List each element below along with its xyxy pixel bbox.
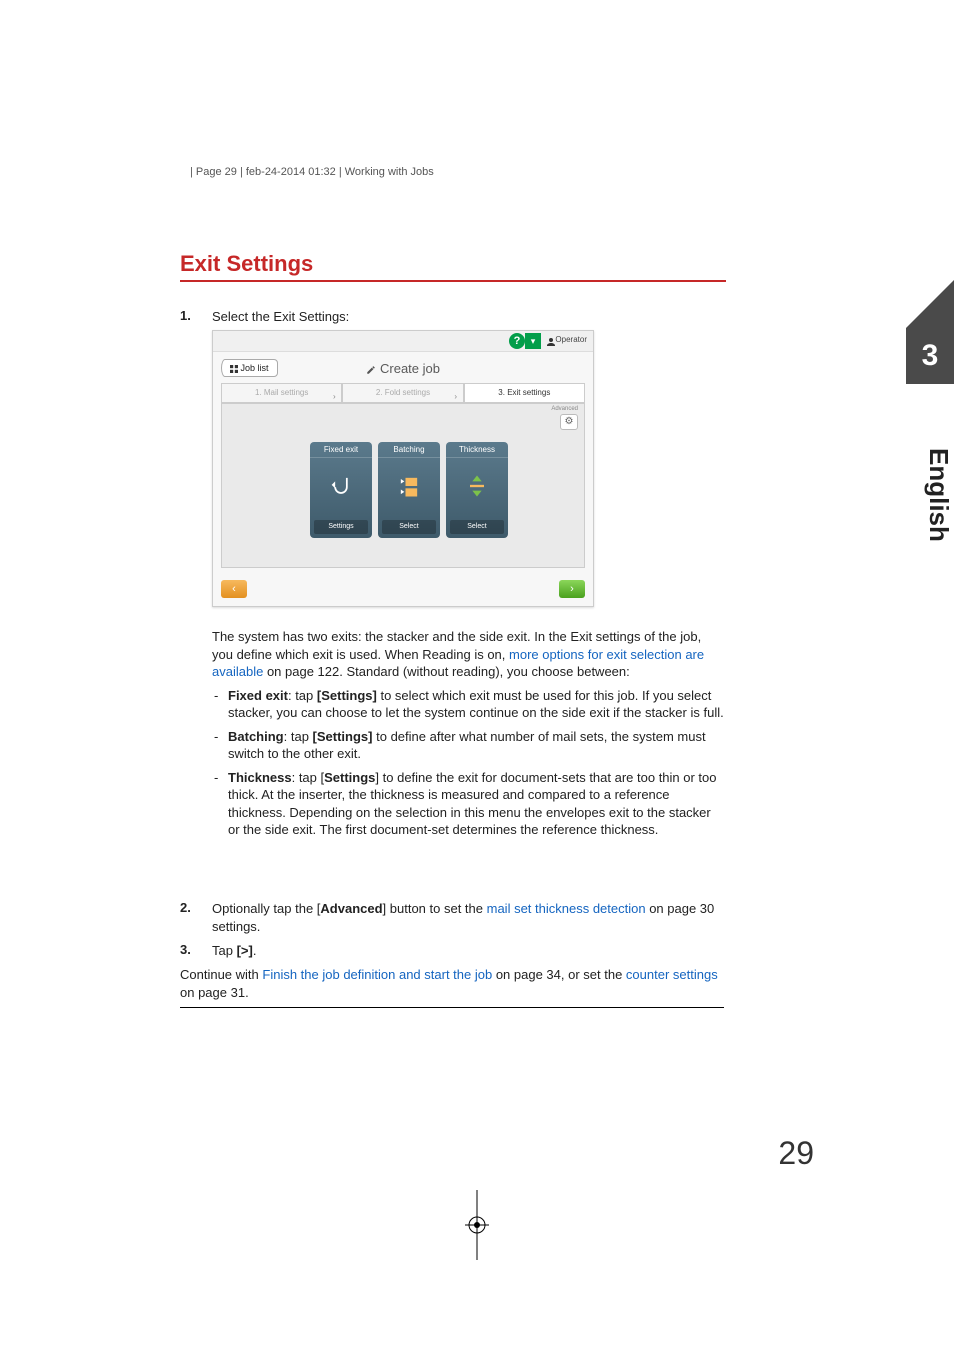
step-1-number: 1. [180, 308, 191, 323]
tab-mail-settings[interactable]: 1. Mail settings› [221, 383, 342, 403]
section-title: Exit Settings [180, 251, 313, 277]
chevron-right-icon: › [329, 388, 339, 398]
screen-title: Create job [213, 361, 593, 376]
card-thickness-button[interactable]: Select [450, 520, 504, 534]
prev-button[interactable]: ‹ [221, 580, 247, 598]
intro-paragraph: The system has two exits: the stacker an… [212, 628, 724, 845]
card-batching-button[interactable]: Select [382, 520, 436, 534]
wizard-tabs: 1. Mail settings› 2. Fold settings› 3. E… [221, 383, 585, 403]
card-thickness[interactable]: Thickness Select [446, 442, 508, 538]
section-end-rule [180, 1007, 724, 1008]
card-thickness-title: Thickness [446, 442, 508, 458]
operator-label[interactable]: Operator [555, 335, 587, 344]
header-breadcrumb: | Page 29 | feb-24-2014 01:32 | Working … [190, 166, 434, 178]
chapter-tab: 3 [906, 328, 954, 384]
next-button[interactable]: › [559, 580, 585, 598]
help-dropdown-icon[interactable]: ▾ [525, 333, 541, 349]
batching-icon [378, 458, 440, 514]
card-fixed-exit-button[interactable]: Settings [314, 520, 368, 534]
side-tab-triangle [906, 280, 954, 328]
tab-fold-settings[interactable]: 2. Fold settings› [342, 383, 463, 403]
pencil-icon [366, 361, 376, 371]
link-finish-job[interactable]: Finish the job definition and start the … [262, 967, 492, 982]
page-number: 29 [778, 1135, 814, 1172]
card-fixed-exit-title: Fixed exit [310, 442, 372, 458]
card-batching-title: Batching [378, 442, 440, 458]
step-1-text: Select the Exit Settings: [212, 308, 349, 326]
help-icon[interactable]: ? [509, 333, 525, 349]
closing-paragraph: Continue with Finish the job definition … [180, 966, 724, 1008]
language-label: English [906, 430, 954, 560]
card-batching[interactable]: Batching Select [378, 442, 440, 538]
advanced-button[interactable]: ⚙ [560, 414, 578, 430]
chevron-right-icon: › [451, 388, 461, 398]
registration-mark-icon [462, 1190, 492, 1265]
advanced-label: Advanced [551, 406, 578, 412]
bullet-batching: Batching: tap [Settings] to define after… [228, 728, 724, 763]
step-3-number: 3. [180, 942, 191, 957]
card-fixed-exit[interactable]: Fixed exit Settings [310, 442, 372, 538]
bullet-thickness: Thickness: tap [Settings] to define the … [228, 769, 724, 839]
link-counter-settings[interactable]: counter settings [626, 967, 718, 982]
ui-screenshot: ? ▾ Operator Job list Create job 1. Mail… [212, 330, 594, 607]
step-3-text: Tap [>]. [212, 942, 724, 960]
link-thickness-detection[interactable]: mail set thickness detection [487, 901, 646, 916]
step-2-text: Optionally tap the [Advanced] button to … [212, 900, 724, 935]
tab-exit-settings[interactable]: 3. Exit settings [464, 383, 585, 403]
title-underline [180, 280, 726, 282]
fixed-exit-icon [310, 458, 372, 514]
window-topbar: ? ▾ Operator [213, 331, 593, 352]
thickness-icon [446, 458, 508, 514]
step-2-number: 2. [180, 900, 191, 915]
bullet-fixed-exit: Fixed exit: tap [Settings] to select whi… [228, 687, 724, 722]
tab-canvas: Advanced ⚙ Fixed exit Settings Batching … [221, 403, 585, 568]
